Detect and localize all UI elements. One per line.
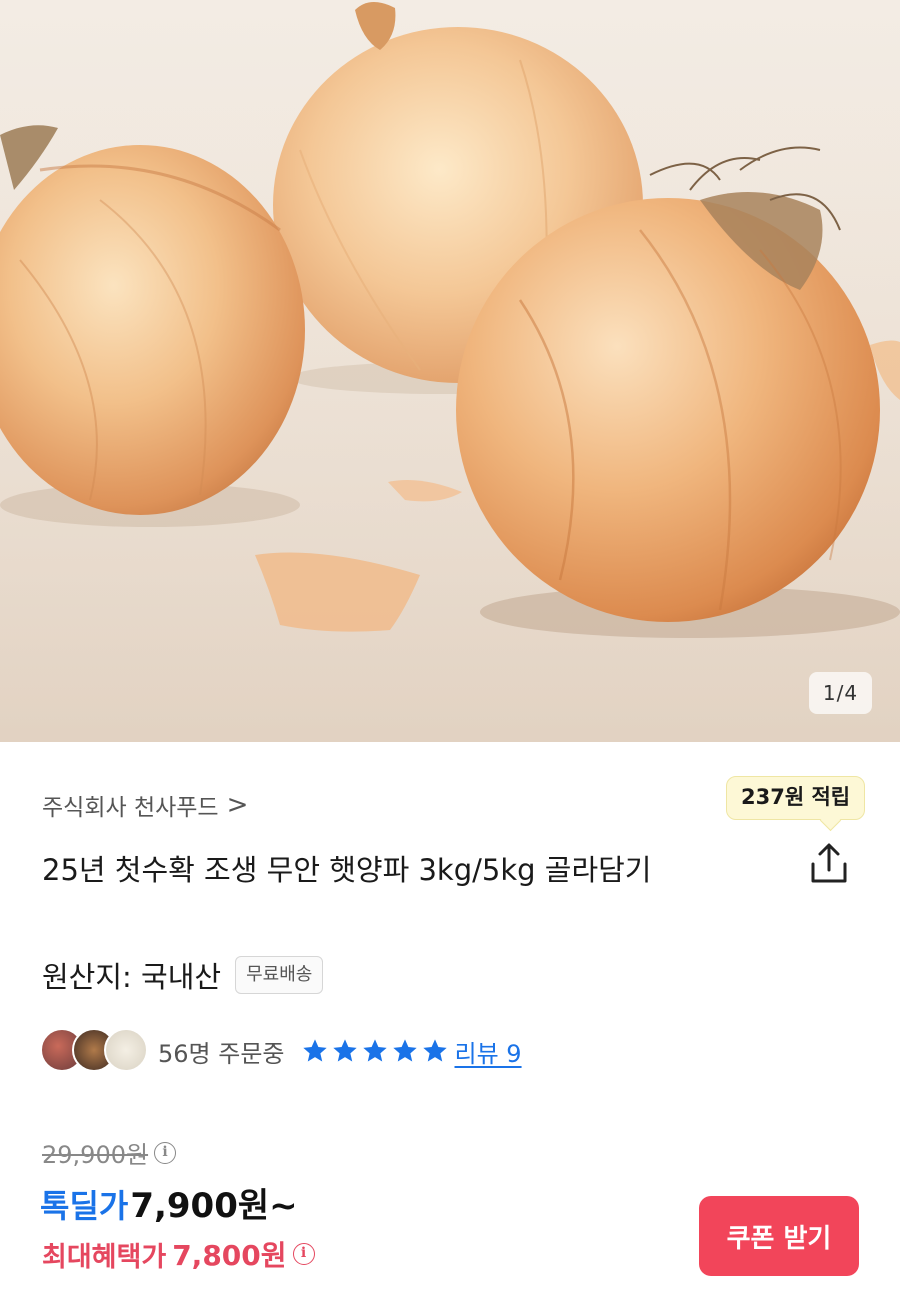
original-price: 29,900원 (42, 1141, 149, 1169)
max-benefit-label: 최대혜택가 (42, 1241, 167, 1273)
star-icon (422, 1039, 447, 1062)
share-button[interactable] (806, 840, 852, 886)
origin-row: 원산지: 국내산 무료배송 (42, 954, 324, 996)
avatar (104, 1028, 148, 1072)
seller-link[interactable]: 주식회사 천사푸드 > (42, 788, 248, 822)
product-title: 25년 첫수확 조생 무안 햇양파 3kg/5kg 골라담기 (42, 853, 652, 887)
deal-price: 7,900원~ (130, 1186, 298, 1226)
order-count: 56명 주문중 (158, 1039, 285, 1068)
buyer-avatars (40, 1028, 152, 1074)
get-coupon-button[interactable]: 쿠폰 받기 (699, 1196, 859, 1276)
deal-price-label: 톡딜가 (40, 1187, 129, 1225)
origin-label: 원산지: 국내산 (42, 960, 222, 994)
star-icon (332, 1039, 357, 1062)
seller-name: 주식회사 천사푸드 (42, 795, 219, 821)
original-price-row: 29,900원 i (42, 1135, 177, 1170)
chevron-right-icon: > (226, 790, 249, 820)
review-link[interactable]: 리뷰 9 (455, 1034, 522, 1069)
points-reward-bubble: 237원 적립 (726, 776, 866, 820)
info-icon[interactable]: i (154, 1141, 177, 1164)
star-icon (362, 1039, 387, 1062)
info-icon[interactable]: i (292, 1243, 315, 1265)
rating-stars (301, 1037, 449, 1065)
social-proof-row: 56명 주문중 리뷰 9 (40, 1028, 522, 1074)
share-icon (811, 843, 847, 883)
max-benefit-price: 7,800원 (172, 1239, 287, 1272)
free-shipping-tag: 무료배송 (235, 956, 324, 994)
onion-photo (0, 0, 900, 742)
max-benefit-row: 최대혜택가 7,800원 i (42, 1234, 315, 1274)
deal-price-row: 톡딜가 7,900원~ (40, 1178, 298, 1227)
star-icon (392, 1039, 417, 1062)
star-icon (302, 1039, 327, 1062)
product-image-gallery[interactable]: 1/4 (0, 0, 900, 742)
image-page-indicator: 1/4 (809, 672, 872, 714)
